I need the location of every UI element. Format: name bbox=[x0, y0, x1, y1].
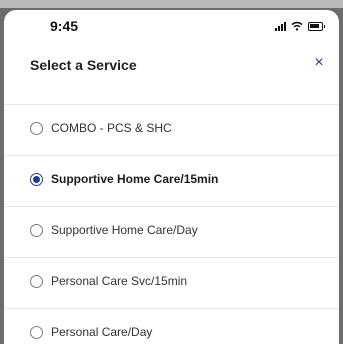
service-option-label: Supportive Home Care/15min bbox=[51, 172, 219, 186]
service-option-personal-care-day[interactable]: Personal Care/Day bbox=[4, 309, 339, 344]
service-option-label: Personal Care Svc/15min bbox=[51, 274, 188, 288]
radio-selected-icon[interactable] bbox=[30, 173, 43, 186]
service-option-personal-care-svc-15min[interactable]: Personal Care Svc/15min bbox=[4, 258, 339, 308]
page-title: Select a Service bbox=[30, 57, 137, 73]
radio-unselected-icon[interactable] bbox=[30, 224, 43, 237]
status-bar: 9:45 bbox=[4, 10, 339, 36]
wifi-icon bbox=[291, 21, 303, 31]
service-option-label: Personal Care/Day bbox=[51, 325, 153, 339]
signal-bars-icon bbox=[275, 22, 286, 31]
status-icons bbox=[275, 21, 325, 31]
service-option-supportive-home-care-day[interactable]: Supportive Home Care/Day bbox=[4, 207, 339, 257]
close-button[interactable]: × bbox=[311, 55, 327, 71]
service-selection-sheet: 9:45 Select a Service × COMBO - PCS & SH… bbox=[4, 10, 339, 344]
battery-icon bbox=[308, 22, 325, 31]
service-option-label: COMBO - PCS & SHC bbox=[51, 121, 172, 135]
service-list: COMBO - PCS & SHC Supportive Home Care/1… bbox=[4, 104, 339, 344]
radio-unselected-icon[interactable] bbox=[30, 326, 43, 339]
service-option-supportive-home-care-15min[interactable]: Supportive Home Care/15min bbox=[4, 156, 339, 206]
close-icon: × bbox=[314, 54, 324, 71]
top-strip bbox=[0, 0, 343, 8]
app-frame: 9:45 Select a Service × COMBO - PCS & SH… bbox=[0, 0, 343, 344]
radio-unselected-icon[interactable] bbox=[30, 122, 43, 135]
radio-unselected-icon[interactable] bbox=[30, 275, 43, 288]
service-option-label: Supportive Home Care/Day bbox=[51, 223, 198, 237]
status-time: 9:45 bbox=[50, 18, 79, 34]
service-option-combo[interactable]: COMBO - PCS & SHC bbox=[4, 105, 339, 155]
